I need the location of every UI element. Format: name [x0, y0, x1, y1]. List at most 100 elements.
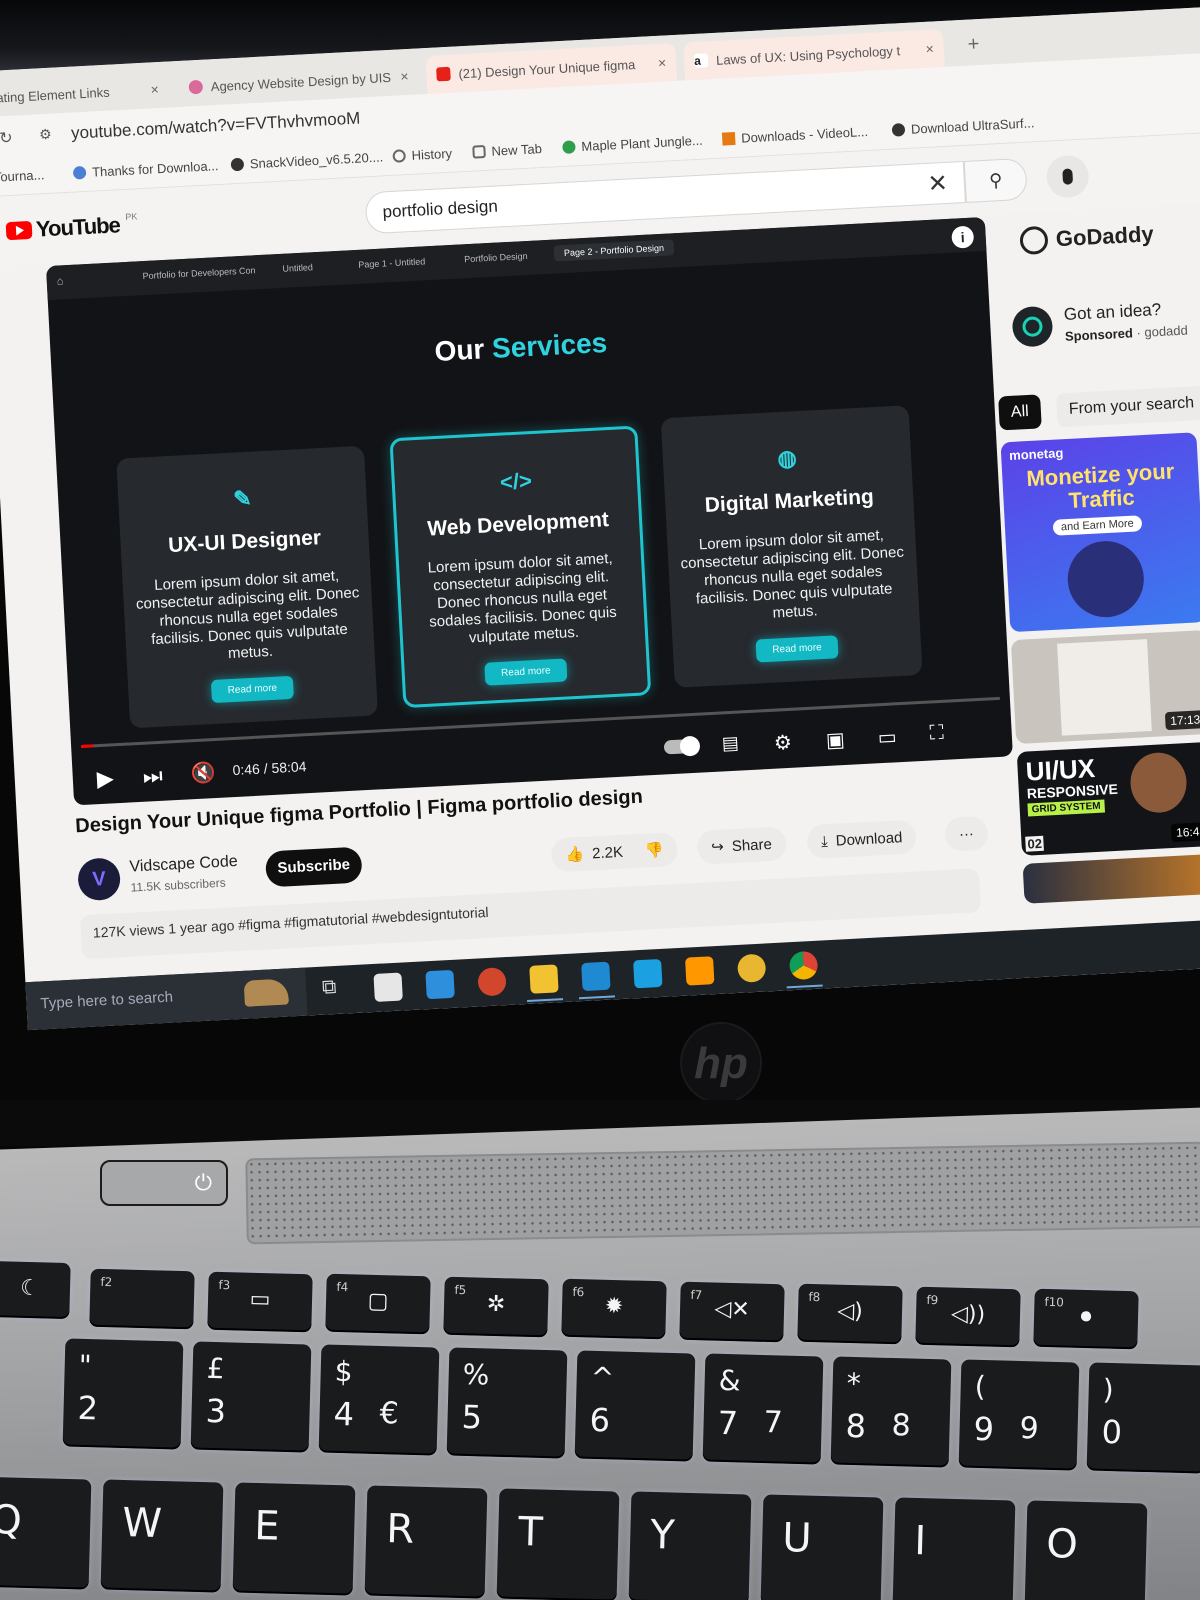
close-icon[interactable]: × — [658, 54, 667, 70]
bookmark-item[interactable]: History — [392, 146, 452, 164]
recommended-thumbnail[interactable]: monetag Monetize your Traffic and Earn M… — [1000, 432, 1200, 633]
fn-key: f7 ◁✕ — [679, 1281, 785, 1342]
bookmark-label: Downloads - VideoL... — [740, 123, 869, 146]
bookmark-item[interactable]: Maple Plant Jungle... — [562, 133, 703, 155]
task-view-icon[interactable]: ⧉ — [322, 975, 351, 1004]
bookmark-item[interactable]: SnackVideo_v6.5.20.... — [230, 149, 384, 172]
country-code: PK — [125, 211, 138, 222]
power-button[interactable]: ⏻ — [100, 1160, 228, 1206]
fn-key: f6 ✹ — [561, 1278, 667, 1340]
reload-icon[interactable]: ↻ — [0, 128, 13, 149]
ad-banner-logo[interactable]: GoDaddy — [1019, 220, 1155, 256]
chip-from-your-search[interactable]: From your search — [1056, 385, 1200, 428]
letter-key: U — [760, 1494, 884, 1600]
tab-label: Laws of UX: Using Psychology t — [715, 42, 901, 68]
close-icon[interactable]: × — [925, 40, 934, 56]
like-dislike-button[interactable]: 👍 2.2K 👎 — [550, 831, 679, 873]
bookmark-item[interactable]: Downloads - VideoL... — [721, 123, 869, 147]
powerpoint-icon[interactable] — [477, 967, 507, 997]
card-title: Digital Marketing — [704, 485, 875, 518]
theater-mode-icon[interactable]: ▭ — [877, 724, 897, 750]
dribbble-icon — [188, 79, 204, 95]
bookmark-item[interactable]: Thanks for Downloa... — [72, 158, 219, 181]
thumbs-down-icon[interactable]: 👎 — [644, 841, 665, 860]
number-key: ^ 6 — [574, 1350, 696, 1462]
recommended-thumbnail[interactable] — [1022, 853, 1200, 904]
ad-avatar[interactable] — [1011, 305, 1054, 348]
letter-key: E — [232, 1482, 356, 1596]
new-tab-button[interactable]: + — [967, 33, 980, 57]
figma-tab-active: Page 2 - Portfolio Design — [553, 239, 675, 262]
key-alt-glyph: 7 — [763, 1405, 784, 1441]
download-button[interactable]: ⤓ Download — [806, 819, 918, 860]
sublime-icon[interactable] — [685, 956, 715, 986]
taskbar-search[interactable]: Type here to search — [25, 967, 308, 1031]
next-icon[interactable]: ⏭ — [142, 763, 163, 790]
laptop-screen: dating Element Links × Agency Website De… — [0, 6, 1200, 1031]
bookmark-label: New Tab — [491, 141, 543, 159]
recommended-thumbnail[interactable]: 17:13 — [1010, 629, 1200, 745]
read-more-button: Read more — [755, 635, 839, 663]
key-shift-glyph: ) — [1102, 1372, 1115, 1407]
recommended-thumbnail[interactable]: UI/UX RESPONSIVE GRID SYSTEM 16:45 02 — [1016, 741, 1200, 856]
mail-icon[interactable] — [425, 969, 455, 1000]
key-letter: T — [517, 1508, 544, 1556]
file-explorer-icon[interactable] — [529, 964, 559, 994]
subscriber-count: 11.5K subscribers — [130, 875, 226, 895]
voice-search-button[interactable] — [1045, 154, 1090, 199]
youtube-logo[interactable]: YouTube PK — [5, 211, 138, 244]
bookmark-item[interactable]: New Tab — [472, 141, 542, 160]
share-button[interactable]: ↪ Share — [696, 826, 787, 865]
thumb-brand: monetag — [1008, 445, 1064, 464]
close-icon[interactable]: × — [150, 81, 159, 97]
search-button[interactable]: ⚲ — [963, 157, 1028, 203]
video-player[interactable]: ⌂ Portfolio for Developers Con Untitled … — [45, 216, 1013, 806]
channel-name[interactable]: Vidscape Code — [129, 853, 238, 877]
autoplay-toggle[interactable] — [663, 738, 699, 755]
play-icon[interactable]: ▶ — [96, 765, 114, 792]
bookmark-label: SnackVideo_v6.5.20.... — [249, 149, 384, 172]
photo-stage: dating Element Links × Agency Website De… — [0, 0, 1200, 1600]
fn-key-label: f2 — [100, 1274, 113, 1290]
letter-key: R — [364, 1485, 488, 1599]
store-icon[interactable] — [373, 972, 403, 1002]
number-key: $4 € — [318, 1344, 440, 1456]
settings-gear-icon[interactable]: ⚙ — [773, 730, 792, 756]
figma-tab: Portfolio for Developers Con — [142, 265, 256, 282]
mute-icon[interactable]: 🔇 — [190, 760, 216, 786]
subscribe-button[interactable]: Subscribe — [264, 846, 363, 888]
chrome-icon[interactable] — [788, 950, 819, 981]
key-shift-glyph: ^ — [590, 1360, 615, 1395]
subtitles-icon[interactable]: ▤ — [721, 733, 739, 755]
ad-title[interactable]: Got an idea? — [1063, 300, 1161, 325]
service-card-marketing: ◍ Digital Marketing Lorem ipsum dolor si… — [660, 405, 923, 688]
close-icon[interactable]: × — [400, 68, 409, 84]
fn-key-symbol-icon: ▢ — [367, 1288, 389, 1315]
medal-icon[interactable] — [736, 953, 767, 983]
vlc-icon — [721, 131, 736, 146]
key-letter: W — [121, 1499, 163, 1547]
key-number: 5 — [461, 1397, 483, 1437]
more-actions-button[interactable]: ··· — [944, 815, 989, 852]
vscode-icon[interactable] — [581, 961, 611, 992]
url-field[interactable]: youtube.com/watch?v=FVThvhvmooM — [71, 109, 361, 144]
miniplayer-icon[interactable]: ▣ — [825, 727, 845, 753]
thumb-headline: Monetize your Traffic — [1025, 458, 1175, 513]
number-key: (9 9 — [958, 1359, 1080, 1471]
bookmark-item[interactable]: g Tourna... — [0, 167, 45, 185]
letter-key: Y — [628, 1491, 752, 1600]
fn-key-symbol-icon: ◁)) — [950, 1301, 986, 1327]
ad-brand: GoDaddy — [1055, 221, 1155, 252]
clear-search-icon[interactable]: ✕ — [927, 169, 949, 199]
thumb-figure — [1065, 539, 1146, 620]
bookmark-item[interactable]: Download UltraSurf... — [891, 115, 1035, 137]
letter-key: I — [892, 1497, 1016, 1600]
key-number: 6 — [589, 1400, 611, 1440]
channel-avatar[interactable]: V — [77, 857, 122, 902]
prime-video-icon[interactable] — [633, 958, 663, 989]
site-info-icon[interactable]: ⚙ — [39, 126, 52, 144]
history-icon — [392, 149, 407, 163]
chip-all[interactable]: All — [998, 394, 1042, 431]
share-label: Share — [731, 835, 773, 855]
fullscreen-icon[interactable]: ⛶ — [929, 722, 944, 746]
